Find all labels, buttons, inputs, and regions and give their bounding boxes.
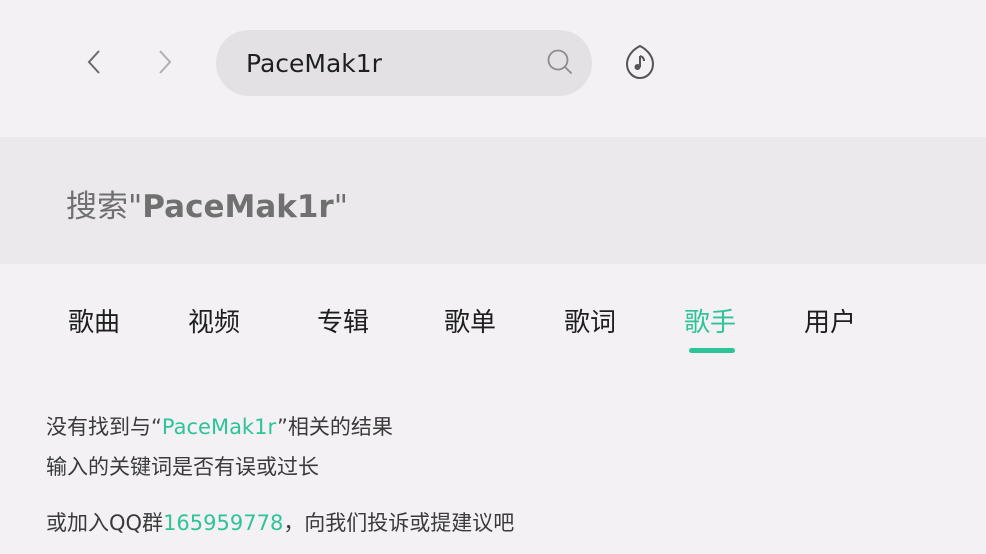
chevron-left-icon (87, 50, 100, 74)
search-input[interactable] (246, 45, 536, 81)
top-toolbar (0, 0, 986, 137)
close-quote: ” (276, 415, 288, 439)
msg-query: PaceMak1r (161, 415, 277, 439)
search-icon[interactable] (545, 47, 575, 77)
tab-lyrics[interactable]: 歌词 (564, 302, 616, 339)
tab-playlists[interactable]: 歌单 (444, 302, 496, 339)
back-button[interactable] (76, 44, 112, 80)
tab-songs[interactable]: 歌曲 (68, 302, 120, 339)
search-box[interactable] (216, 30, 592, 96)
empty-message-line2: 输入的关键词是否有误或过长 (46, 455, 319, 479)
open-quote: “ (151, 415, 162, 439)
feedback-message: 或加入QQ群165959778，向我们投诉或提建议吧 (46, 507, 514, 537)
chevron-right-icon (159, 50, 172, 74)
active-tab-indicator (689, 348, 735, 353)
feedback-prefix: 或加入QQ群 (46, 511, 164, 535)
title-suffix: " (333, 189, 348, 225)
music-recognize-icon[interactable] (622, 42, 658, 82)
empty-message-line1: 没有找到与“PaceMak1r”相关的结果 (46, 411, 393, 441)
qq-group-link[interactable]: 165959778 (163, 511, 283, 535)
msg-prefix: 没有找到与 (46, 415, 151, 439)
result-tabs: 歌曲 视频 专辑 歌单 歌词 歌手 用户 (0, 264, 986, 364)
msg-suffix: 相关的结果 (287, 415, 393, 439)
forward-button[interactable] (147, 44, 183, 80)
tab-users[interactable]: 用户 (804, 302, 856, 339)
search-result-header: 搜索"PaceMak1r" (0, 137, 986, 264)
tab-artists[interactable]: 歌手 (684, 302, 736, 339)
title-prefix: 搜索" (66, 189, 143, 225)
feedback-suffix: ，向我们投诉或提建议吧 (283, 511, 515, 535)
search-result-title: 搜索"PaceMak1r" (66, 181, 348, 226)
tab-albums[interactable]: 专辑 (317, 302, 369, 339)
tab-videos[interactable]: 视频 (188, 302, 240, 339)
title-query: PaceMak1r (142, 189, 334, 225)
